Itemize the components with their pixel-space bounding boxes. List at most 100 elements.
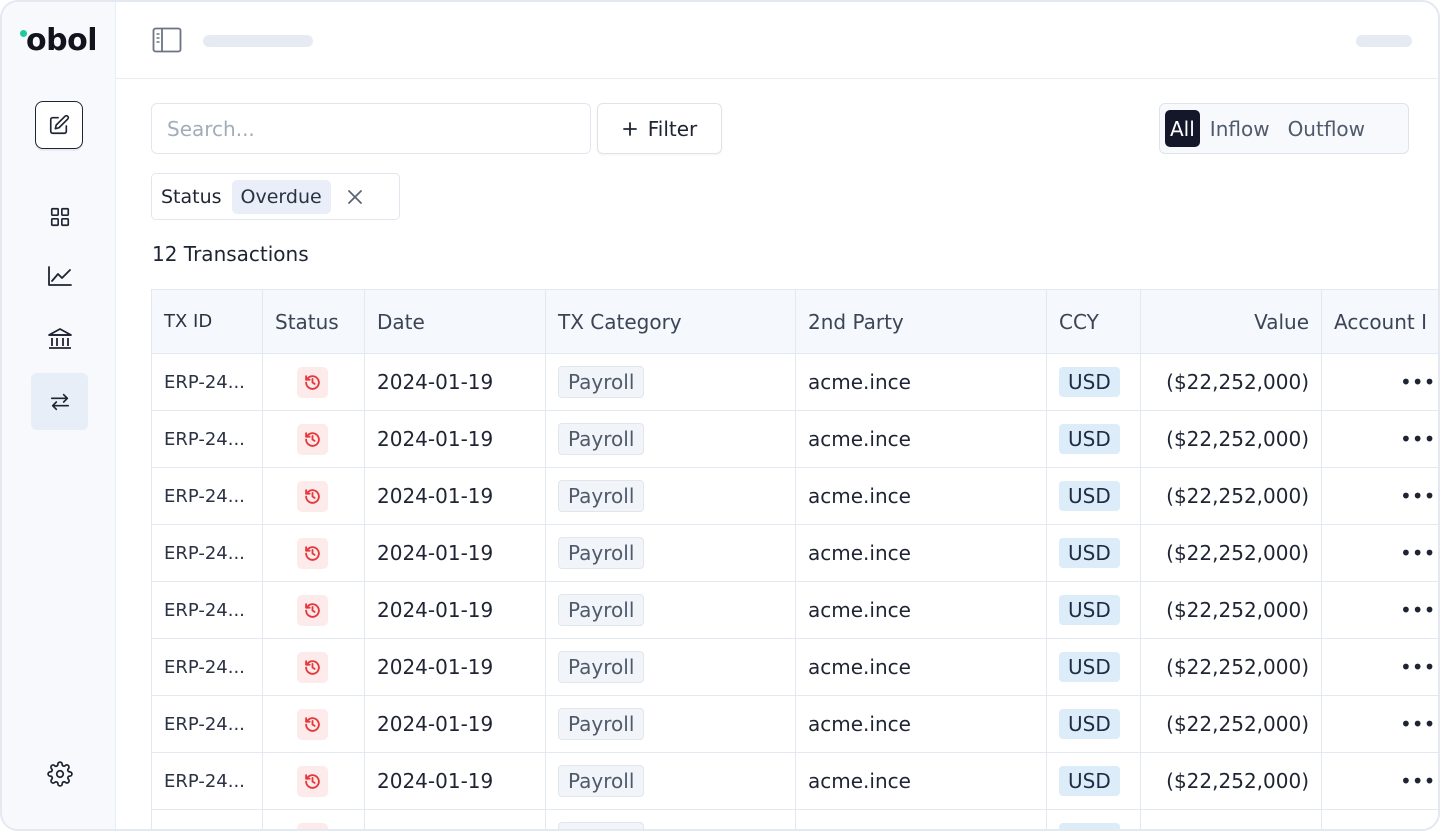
flow-segmented-control: All Inflow Outflow <box>1159 103 1409 154</box>
cell-date: 2024-01-19 <box>364 524 546 582</box>
cell-tx-id: ERP-24... <box>151 524 263 582</box>
edit-icon <box>49 114 70 135</box>
table-row[interactable]: ERP-24... 2024-01-19 Payroll acme.ince U… <box>151 695 1438 753</box>
cell-account: •••• 56 <box>1321 809 1438 829</box>
cell-category: Payroll <box>545 581 796 639</box>
table-row[interactable]: ERP-24... 2024-01-19 Payroll acme.ince U… <box>151 752 1438 810</box>
sidebar-item-dashboard[interactable] <box>31 188 88 245</box>
table-row[interactable]: ERP-24... 2024-01-19 Payroll acme.ince U… <box>151 353 1438 411</box>
cell-tx-id: ERP-24... <box>151 809 263 829</box>
category-tag: Payroll <box>558 822 645 829</box>
segment-inflow[interactable]: Inflow <box>1202 110 1278 147</box>
segment-all[interactable]: All <box>1165 110 1200 147</box>
cell-ccy: USD <box>1046 467 1141 525</box>
cell-status <box>262 524 365 582</box>
search-input[interactable] <box>151 103 591 154</box>
col-header-status[interactable]: Status <box>262 289 365 354</box>
sidebar-item-transactions[interactable] <box>31 373 88 430</box>
category-tag: Payroll <box>558 708 645 740</box>
status-overdue-badge <box>297 651 328 683</box>
sidebar-toggle-button[interactable] <box>152 27 182 53</box>
table-row[interactable]: ERP-24... 2024-01-19 Payroll acme.ince U… <box>151 638 1438 696</box>
remove-filter-button[interactable] <box>347 189 363 205</box>
col-header-value[interactable]: Value <box>1140 289 1322 354</box>
filter-button-label: Filter <box>647 116 698 141</box>
logo-text: obol <box>26 23 97 58</box>
cell-tx-id: ERP-24... <box>151 638 263 696</box>
app-window: obol Search... Filter All Inflow Outflow… <box>0 0 1440 831</box>
chart-line-icon <box>47 265 72 286</box>
currency-tag: USD <box>1059 652 1120 682</box>
cell-ccy: USD <box>1046 353 1141 411</box>
cell-account: •••• 56 <box>1321 467 1438 525</box>
cell-party: acme.ince <box>795 524 1047 582</box>
category-tag: Payroll <box>558 651 645 683</box>
col-header-category[interactable]: TX Category <box>545 289 796 354</box>
cell-category: Payroll <box>545 695 796 753</box>
cell-ccy: USD <box>1046 410 1141 468</box>
compose-button[interactable] <box>35 101 83 149</box>
table-row[interactable]: ERP-24... 2024-01-19 Payroll acme.ince U… <box>151 809 1438 829</box>
status-overdue-badge <box>297 594 328 626</box>
cell-date: 2024-01-19 <box>364 695 546 753</box>
table-row[interactable]: ERP-24... 2024-01-19 Payroll acme.ince U… <box>151 467 1438 525</box>
table-header-row: TX ID Status Date TX Category 2nd Party … <box>151 289 1438 354</box>
settings-button[interactable] <box>31 745 88 802</box>
status-overdue-badge <box>297 822 328 829</box>
transactions-table: TX ID Status Date TX Category 2nd Party … <box>151 289 1438 829</box>
history-overdue-icon <box>305 773 320 789</box>
cell-category: Payroll <box>545 524 796 582</box>
cell-category: Payroll <box>545 353 796 411</box>
cell-value: ($22,252,000) <box>1140 638 1322 696</box>
category-tag: Payroll <box>558 480 645 512</box>
col-header-account[interactable]: Account I <box>1321 289 1438 354</box>
table-row[interactable]: ERP-24... 2024-01-19 Payroll acme.ince U… <box>151 581 1438 639</box>
cell-date: 2024-01-19 <box>364 638 546 696</box>
category-tag: Payroll <box>558 423 645 455</box>
col-header-ccy[interactable]: CCY <box>1046 289 1141 354</box>
category-tag: Payroll <box>558 366 645 398</box>
cell-date: 2024-01-19 <box>364 752 546 810</box>
status-overdue-badge <box>297 480 328 512</box>
cell-ccy: USD <box>1046 809 1141 829</box>
bank-icon <box>47 327 72 349</box>
arrows-swap-icon <box>50 393 69 410</box>
cell-party: acme.ince <box>795 752 1047 810</box>
transactions-table-container[interactable]: TX ID Status Date TX Category 2nd Party … <box>151 289 1438 829</box>
cell-party: acme.ince <box>795 638 1047 696</box>
currency-tag: USD <box>1059 481 1120 511</box>
table-row[interactable]: ERP-24... 2024-01-19 Payroll acme.ince U… <box>151 524 1438 582</box>
cell-value: ($22,252,000) <box>1140 353 1322 411</box>
cell-ccy: USD <box>1046 695 1141 753</box>
segment-outflow[interactable]: Outflow <box>1280 110 1373 147</box>
table-row[interactable]: ERP-24... 2024-01-19 Payroll acme.ince U… <box>151 410 1438 468</box>
sidebar-item-banking[interactable] <box>31 310 88 367</box>
cell-tx-id: ERP-24... <box>151 353 263 411</box>
status-overdue-badge <box>297 423 328 455</box>
cell-category: Payroll <box>545 809 796 829</box>
col-header-tx-id[interactable]: TX ID <box>151 289 263 354</box>
col-header-date[interactable]: Date <box>364 289 546 354</box>
cell-status <box>262 581 365 639</box>
filter-chip-value[interactable]: Overdue <box>231 179 331 214</box>
cell-category: Payroll <box>545 752 796 810</box>
history-overdue-icon <box>305 431 320 447</box>
logo[interactable]: obol <box>20 24 97 58</box>
cell-ccy: USD <box>1046 581 1141 639</box>
sidebar-item-analytics[interactable] <box>31 247 88 304</box>
cell-date: 2024-01-19 <box>364 353 546 411</box>
history-overdue-icon <box>305 659 320 675</box>
cell-category: Payroll <box>545 467 796 525</box>
cell-status <box>262 638 365 696</box>
cell-status <box>262 410 365 468</box>
col-header-party[interactable]: 2nd Party <box>795 289 1047 354</box>
active-filter-chip: Status Overdue <box>151 173 400 220</box>
currency-tag: USD <box>1059 367 1120 397</box>
filter-button[interactable]: Filter <box>597 103 722 154</box>
cell-value: ($22,252,000) <box>1140 410 1322 468</box>
status-overdue-badge <box>297 366 328 398</box>
status-overdue-badge <box>297 708 328 740</box>
currency-tag: USD <box>1059 595 1120 625</box>
currency-tag: USD <box>1059 823 1120 829</box>
cell-party: acme.ince <box>795 467 1047 525</box>
